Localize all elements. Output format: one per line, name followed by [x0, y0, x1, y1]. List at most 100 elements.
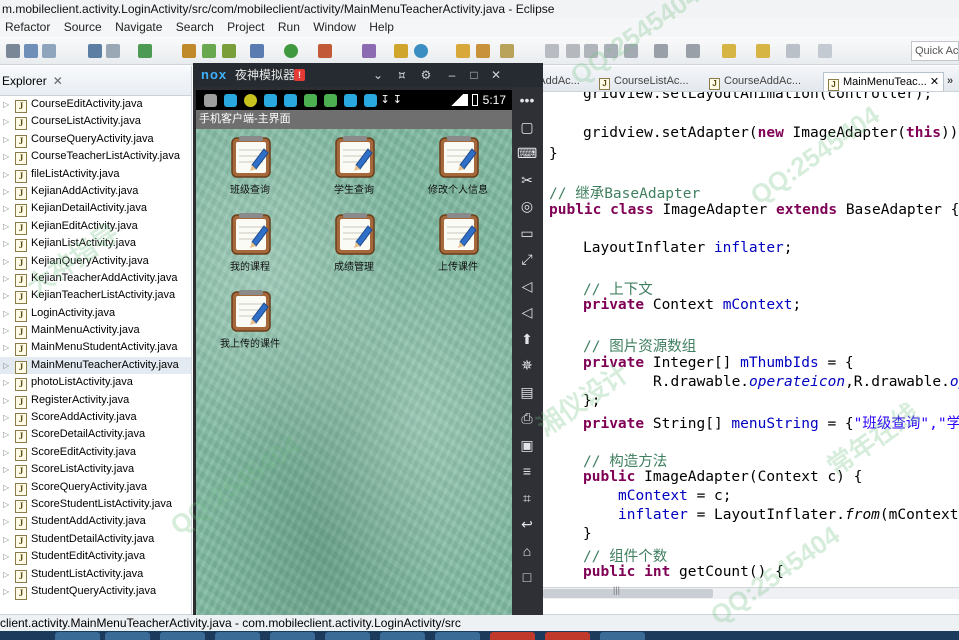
- file-tree-item[interactable]: ▷ J StudentQueryActivity.java: [0, 583, 191, 600]
- expand-arrow-icon[interactable]: ▷: [3, 253, 15, 270]
- new-class-icon[interactable]: [394, 44, 408, 58]
- expand-arrow-icon[interactable]: ▷: [3, 235, 15, 252]
- close-icon[interactable]: ✕: [53, 74, 63, 88]
- file-tree-item[interactable]: ▷ J ScoreAddActivity.java: [0, 409, 191, 427]
- file-tree-item[interactable]: ▷ J KejianDetailActivity.java: [0, 200, 191, 218]
- file-tree-item[interactable]: ▷ J CourseTeacherListActivity.java: [0, 148, 191, 166]
- scissors-icon[interactable]: ✂: [517, 171, 537, 189]
- annotation-icon[interactable]: [545, 44, 559, 58]
- task-icon[interactable]: [138, 44, 152, 58]
- expand-arrow-icon[interactable]: ▷: [3, 357, 15, 374]
- file-tree-item[interactable]: ▷ J KejianQueryActivity.java: [0, 253, 191, 270]
- pin-icon[interactable]: ⯏: [391, 63, 413, 87]
- file-tree-item[interactable]: ▷ J ScoreDetailActivity.java: [0, 426, 191, 444]
- expand-arrow-icon[interactable]: ▷: [3, 322, 15, 339]
- menu-project[interactable]: Project: [222, 18, 269, 37]
- taskbar-button[interactable]: [160, 632, 205, 640]
- expand-arrow-icon[interactable]: ▷: [3, 287, 15, 304]
- file-tree-item[interactable]: ▷ J KejianEditActivity.java: [0, 218, 191, 235]
- expand-arrow-icon[interactable]: ▷: [3, 218, 15, 235]
- print-icon[interactable]: ⎙: [517, 409, 537, 427]
- save-all-icon[interactable]: [42, 44, 56, 58]
- open-type-icon[interactable]: [476, 44, 490, 58]
- alert-icon[interactable]: !: [294, 69, 305, 81]
- upload-apk-icon[interactable]: ⬆: [517, 330, 537, 348]
- open-folder-icon[interactable]: [456, 44, 470, 58]
- tab-overflow-icon[interactable]: »: [943, 72, 957, 91]
- new-icon[interactable]: [6, 44, 20, 58]
- explorer-tab[interactable]: Explorer ✕: [0, 66, 191, 96]
- menu-help[interactable]: Help: [364, 18, 399, 37]
- file-tree-item[interactable]: ▷ J ScoreListActivity.java: [0, 461, 191, 479]
- keyboard-icon[interactable]: ⌨: [517, 144, 537, 162]
- file-tree-item[interactable]: ▷ J KejianTeacherAddActivity.java: [0, 270, 191, 287]
- file-tree-item[interactable]: ▷ J KejianAddActivity.java: [0, 183, 191, 200]
- expand-arrow-icon[interactable]: ▷: [3, 531, 15, 548]
- taskbar-button[interactable]: [325, 632, 370, 640]
- expand-arrow-icon[interactable]: ▷: [3, 461, 15, 478]
- taskbar-button[interactable]: [380, 632, 425, 640]
- file-tree-item[interactable]: ▷ J ScoreStudentListActivity.java: [0, 496, 191, 513]
- avd-icon[interactable]: [222, 44, 236, 58]
- taskbar-button[interactable]: [215, 632, 260, 640]
- expand-arrow-icon[interactable]: ▷: [3, 148, 15, 165]
- print-icon[interactable]: [88, 44, 102, 58]
- file-tree-item[interactable]: ▷ J MainMenuStudentActivity.java: [0, 339, 191, 357]
- expand-arrow-icon[interactable]: ▷: [3, 131, 15, 148]
- taskbar-button[interactable]: [545, 632, 590, 640]
- menu-window[interactable]: Window: [308, 18, 361, 37]
- editor-tab[interactable]: J CourseListAc...: [595, 72, 693, 91]
- menu-grid-item[interactable]: 我的课程: [198, 208, 302, 282]
- expand-arrow-icon[interactable]: ▷: [3, 566, 15, 583]
- search-icon[interactable]: [182, 44, 196, 58]
- menu-run[interactable]: Run: [273, 18, 305, 37]
- file-tree-item[interactable]: ▷ J RegisterActivity.java: [0, 392, 191, 409]
- more-icon[interactable]: •••: [517, 91, 537, 109]
- back-icon[interactable]: ↩: [517, 515, 537, 533]
- home-icon[interactable]: ⌂: [517, 542, 537, 560]
- volume-down-icon[interactable]: ◁: [517, 303, 537, 321]
- close-icon[interactable]: ✕: [485, 63, 507, 87]
- android-sdk-icon[interactable]: [202, 44, 216, 58]
- phone-icon[interactable]: ▢: [517, 118, 537, 136]
- file-tree-item[interactable]: ▷ J StudentAddActivity.java: [0, 513, 191, 531]
- scrollbar-thumb[interactable]: |||: [543, 585, 713, 598]
- skip-breakpoints-icon[interactable]: [362, 44, 376, 58]
- file-tree-item[interactable]: ▷ J StudentDetailActivity.java: [0, 531, 191, 548]
- menu-source[interactable]: Source: [59, 18, 107, 37]
- editor-tab[interactable]: ejianAddAc...: [543, 72, 584, 91]
- menu-navigate[interactable]: Navigate: [110, 18, 167, 37]
- file-tree-item[interactable]: ▷ JfileListActivity.java: [0, 166, 191, 183]
- toggle-mark-icon[interactable]: [584, 44, 598, 58]
- expand-arrow-icon[interactable]: ▷: [3, 305, 15, 322]
- close-icon[interactable]: ✕: [930, 76, 939, 88]
- expand-arrow-icon[interactable]: ▷: [3, 479, 15, 496]
- minimize-icon[interactable]: –: [441, 63, 463, 87]
- menu-grid-item[interactable]: 学生查询: [302, 131, 406, 205]
- file-tree-item[interactable]: ▷ J KejianTeacherListActivity.java: [0, 287, 191, 305]
- screen-icon[interactable]: ▭: [517, 224, 537, 242]
- menu-grid-item[interactable]: 上传课件: [406, 208, 510, 282]
- volume-up-icon[interactable]: ◁: [517, 277, 537, 295]
- last-edit-icon[interactable]: [722, 44, 736, 58]
- menu-refactor[interactable]: Refactor: [0, 18, 55, 37]
- taskbar-button[interactable]: [435, 632, 480, 640]
- settings-icon[interactable]: ⚙: [415, 63, 437, 87]
- screenshot-icon[interactable]: ⌗: [517, 489, 537, 507]
- prev-annotation-icon[interactable]: [686, 44, 700, 58]
- menu-grid-item[interactable]: 修改个人信息: [406, 131, 510, 205]
- menu-grid-item[interactable]: 成绩管理: [302, 208, 406, 282]
- dropdown-icon[interactable]: ⌄: [367, 63, 389, 87]
- menu-grid-item[interactable]: 我上传的课件: [198, 285, 302, 359]
- expand-arrow-icon[interactable]: ▷: [3, 374, 15, 391]
- editor-tab-active[interactable]: J MainMenuTeac... ✕: [823, 72, 945, 91]
- file-tree-item[interactable]: ▷ J StudentEditActivity.java: [0, 548, 191, 566]
- shake-icon[interactable]: ✵: [517, 356, 537, 374]
- run-icon[interactable]: [284, 44, 298, 58]
- file-tree-item[interactable]: ▷ J ScoreQueryActivity.java: [0, 479, 191, 496]
- expand-arrow-icon[interactable]: ▷: [3, 426, 15, 443]
- location-icon[interactable]: ◎: [517, 197, 537, 215]
- file-tree-item[interactable]: ▷ J StudentListActivity.java: [0, 566, 191, 583]
- expand-arrow-icon[interactable]: ▷: [3, 583, 15, 600]
- expand-arrow-icon[interactable]: ▷: [3, 392, 15, 409]
